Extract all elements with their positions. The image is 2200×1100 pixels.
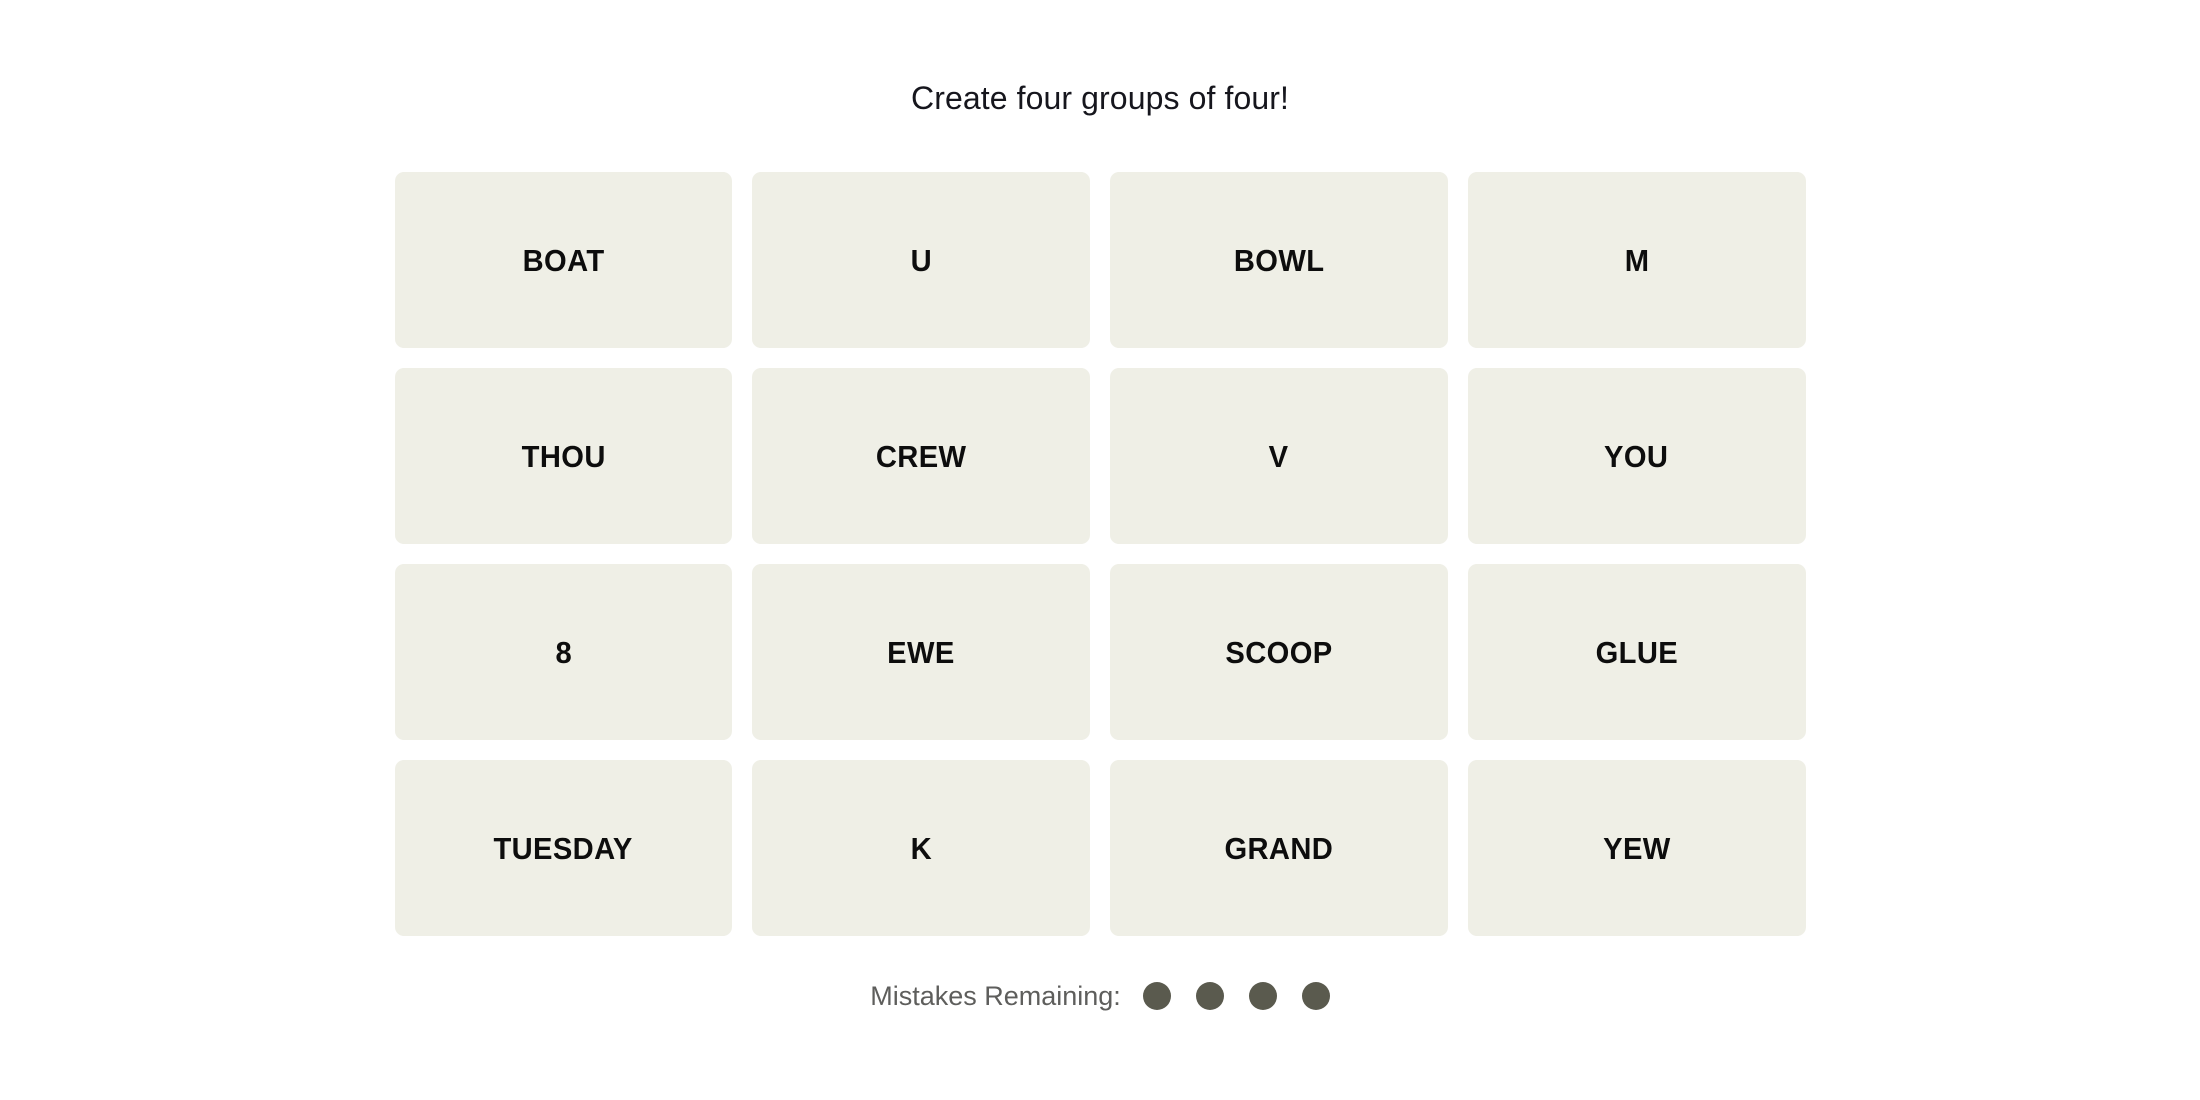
word-tile[interactable]: BOWL	[1110, 172, 1448, 348]
word-tile[interactable]: M	[1467, 172, 1806, 348]
mistake-dot	[1195, 982, 1224, 1010]
word-tile[interactable]: K	[752, 760, 1090, 936]
word-tile-label: BOWL	[1233, 242, 1325, 278]
word-tile[interactable]: EWE	[752, 564, 1090, 740]
word-tile-label: TUESDAY	[493, 830, 633, 866]
page-title: Create four groups of four!	[910, 80, 1289, 116]
word-tile-label: K	[910, 830, 932, 866]
word-tile[interactable]: THOU	[394, 368, 733, 544]
mistakes-dot-group	[1142, 982, 1330, 1010]
word-tile-label: SCOOP	[1225, 634, 1333, 670]
word-tile-label: U	[910, 242, 932, 278]
word-tile[interactable]: GLUE	[1467, 564, 1806, 740]
mistakes-remaining-bar: Mistakes Remaining:	[870, 982, 1330, 1010]
word-tile-label: V	[1268, 438, 1289, 474]
word-tile[interactable]: CREW	[752, 368, 1090, 544]
mistakes-remaining-label: Mistakes Remaining:	[870, 980, 1121, 1011]
word-tile-label: GLUE	[1595, 634, 1678, 670]
word-tile-label: YEW	[1602, 830, 1671, 866]
word-tile[interactable]: U	[752, 172, 1090, 348]
word-tile-label: EWE	[887, 634, 955, 670]
word-tile-label: 8	[555, 634, 572, 670]
word-tile[interactable]: V	[1110, 368, 1448, 544]
word-tile-label: M	[1624, 242, 1649, 278]
connections-game: Create four groups of four! BOAT U BOWL M TH…	[394, 0, 1806, 1010]
word-tile-label: BOAT	[522, 242, 605, 278]
word-tile-label: CREW	[875, 438, 967, 474]
word-tile-label: GRAND	[1224, 830, 1334, 866]
word-tile[interactable]: YEW	[1467, 760, 1806, 936]
mistake-dot	[1301, 982, 1330, 1010]
word-tile[interactable]: GRAND	[1110, 760, 1448, 936]
word-tile[interactable]: 8	[394, 564, 733, 740]
mistake-dot	[1248, 982, 1277, 1010]
word-tile[interactable]: BOAT	[394, 172, 733, 348]
word-tile[interactable]: TUESDAY	[394, 760, 733, 936]
word-tile-label: THOU	[521, 438, 606, 474]
word-tile[interactable]: SCOOP	[1110, 564, 1448, 740]
word-tile-label: YOU	[1604, 438, 1669, 474]
word-tile[interactable]: YOU	[1467, 368, 1806, 544]
word-tile-grid: BOAT U BOWL M THOU CREW V YOU 8 EWE SCOOP GLUE TUESD…	[394, 172, 1806, 936]
mistake-dot	[1142, 982, 1171, 1010]
